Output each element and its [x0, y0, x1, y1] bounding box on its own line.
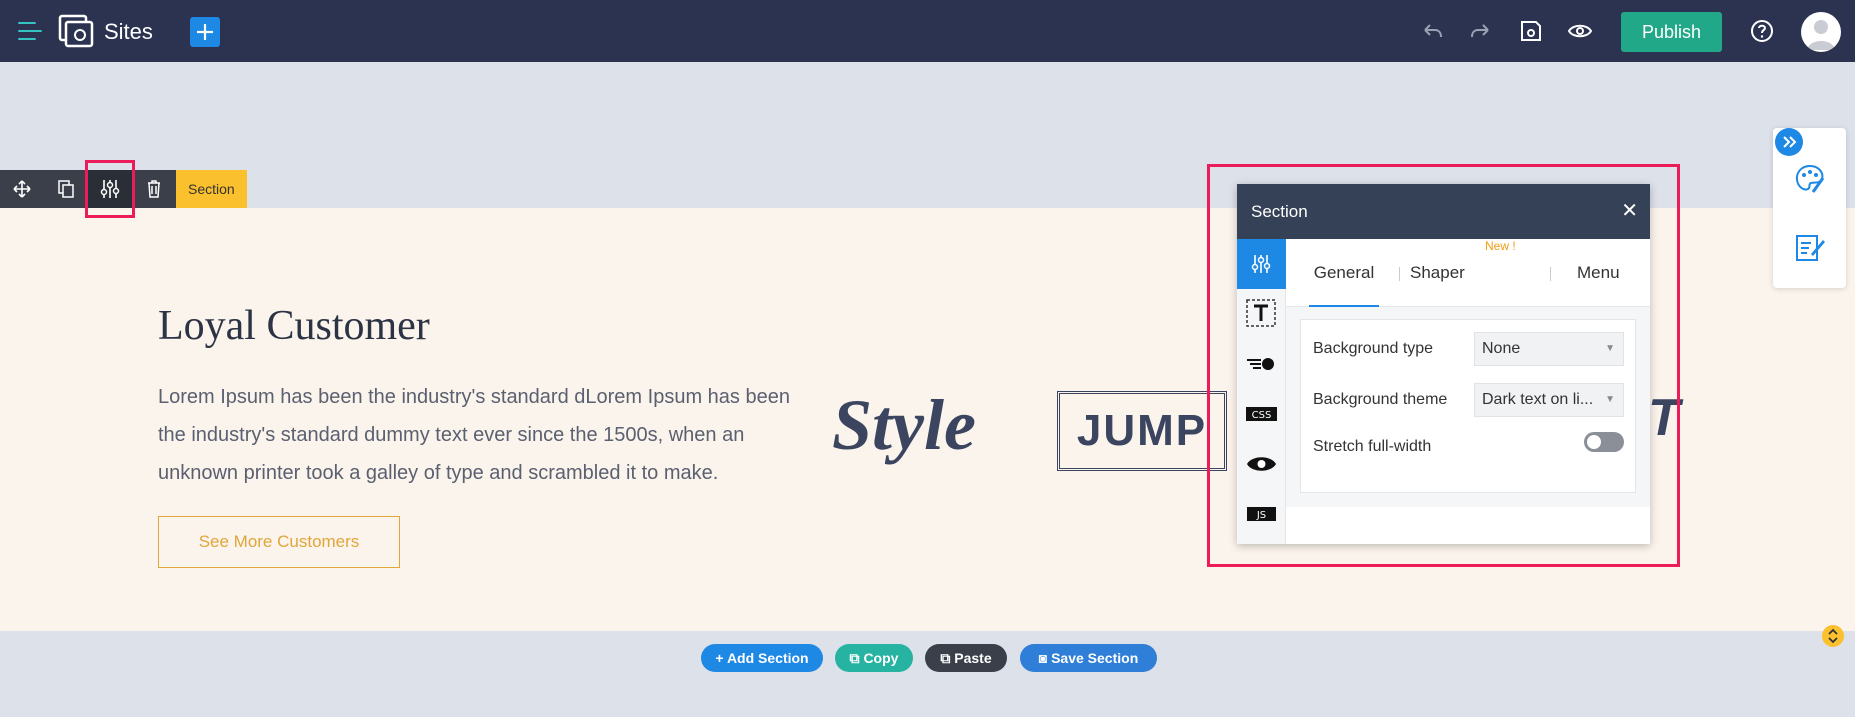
style-logo: Style	[832, 385, 976, 465]
animation-icon[interactable]	[1237, 339, 1286, 389]
add-section-button[interactable]: + Add Section	[701, 644, 823, 672]
app-title: Sites	[104, 19, 153, 44]
publish-button[interactable]: Publish	[1621, 12, 1722, 52]
move-icon[interactable]	[0, 170, 44, 208]
menu-icon[interactable]	[18, 20, 42, 42]
section-settings-panel: Section ✕ CSS JS General Shaper New ! Me…	[1237, 184, 1650, 544]
settings-highlight	[85, 160, 135, 218]
close-icon[interactable]: ✕	[1621, 184, 1638, 239]
plus-icon: +	[715, 650, 727, 666]
section-body-text: Lorem Ipsum has been the industry's stan…	[158, 386, 790, 484]
js-icon[interactable]: JS	[1237, 489, 1286, 539]
jump-logo: JUMP	[1057, 391, 1227, 471]
panel-title: Section	[1251, 202, 1308, 221]
design-palette-icon[interactable]	[1793, 162, 1827, 196]
edit-notes-icon[interactable]	[1793, 230, 1827, 264]
background-type-select[interactable]: None ▼	[1474, 332, 1624, 366]
tab-general[interactable]: General	[1309, 239, 1379, 307]
top-bar: Sites Publish	[0, 0, 1855, 62]
background-theme-select[interactable]: Dark text on li... ▼	[1474, 383, 1624, 417]
duplicate-icon[interactable]	[44, 170, 88, 208]
panel-sidebar: CSS JS	[1237, 239, 1286, 544]
css-icon[interactable]: CSS	[1237, 389, 1286, 439]
svg-text:JS: JS	[1256, 510, 1266, 521]
add-icon[interactable]	[190, 17, 220, 47]
redo-icon[interactable]	[1468, 18, 1494, 44]
section-label: Section	[176, 170, 247, 208]
chevron-down-icon: ▼	[1605, 343, 1615, 354]
panel-header: Section ✕	[1237, 184, 1650, 239]
chevron-down-icon: ▼	[1605, 394, 1615, 405]
new-badge: New !	[1485, 239, 1516, 253]
stretch-full-width-label: Stretch full-width	[1313, 438, 1432, 455]
tab-menu[interactable]: Menu	[1577, 239, 1620, 307]
general-settings-card: Background type None ▼ Background theme …	[1300, 319, 1636, 493]
avatar[interactable]	[1801, 12, 1841, 52]
settings-sliders-icon[interactable]	[1237, 239, 1286, 289]
paste-button[interactable]: ⧉ Paste	[925, 644, 1007, 672]
sites-logo-icon	[58, 14, 94, 48]
see-more-customers-button[interactable]: See More Customers	[158, 516, 400, 568]
paste-icon: ⧉	[940, 650, 955, 666]
tab-shaper[interactable]: Shaper	[1410, 239, 1465, 307]
section-heading: Loyal Customer	[158, 303, 430, 349]
text-icon[interactable]	[1237, 289, 1286, 339]
copy-icon: ⧉	[849, 650, 864, 666]
save-icon: ◙	[1038, 650, 1052, 666]
svg-text:CSS: CSS	[1252, 410, 1272, 421]
background-type-label: Background type	[1313, 340, 1434, 357]
delete-icon[interactable]	[132, 170, 176, 208]
tab-divider	[1399, 267, 1400, 281]
preview-eye-icon[interactable]	[1567, 18, 1593, 44]
tab-divider	[1550, 267, 1551, 281]
background-theme-label: Background theme	[1313, 391, 1448, 408]
panel-body: Background type None ▼ Background theme …	[1286, 307, 1650, 507]
scroll-toggle-icon[interactable]	[1822, 625, 1844, 647]
undo-icon[interactable]	[1419, 18, 1445, 44]
expand-chevron-icon[interactable]	[1775, 128, 1803, 156]
help-icon[interactable]	[1749, 18, 1775, 44]
visibility-icon[interactable]	[1237, 439, 1286, 489]
stretch-full-width-toggle[interactable]	[1584, 432, 1624, 452]
copy-button[interactable]: ⧉ Copy	[835, 644, 913, 672]
save-section-button[interactable]: ◙ Save Section	[1020, 644, 1157, 672]
save-icon[interactable]	[1518, 18, 1544, 44]
panel-tabs: General Shaper New ! Menu	[1286, 239, 1650, 307]
